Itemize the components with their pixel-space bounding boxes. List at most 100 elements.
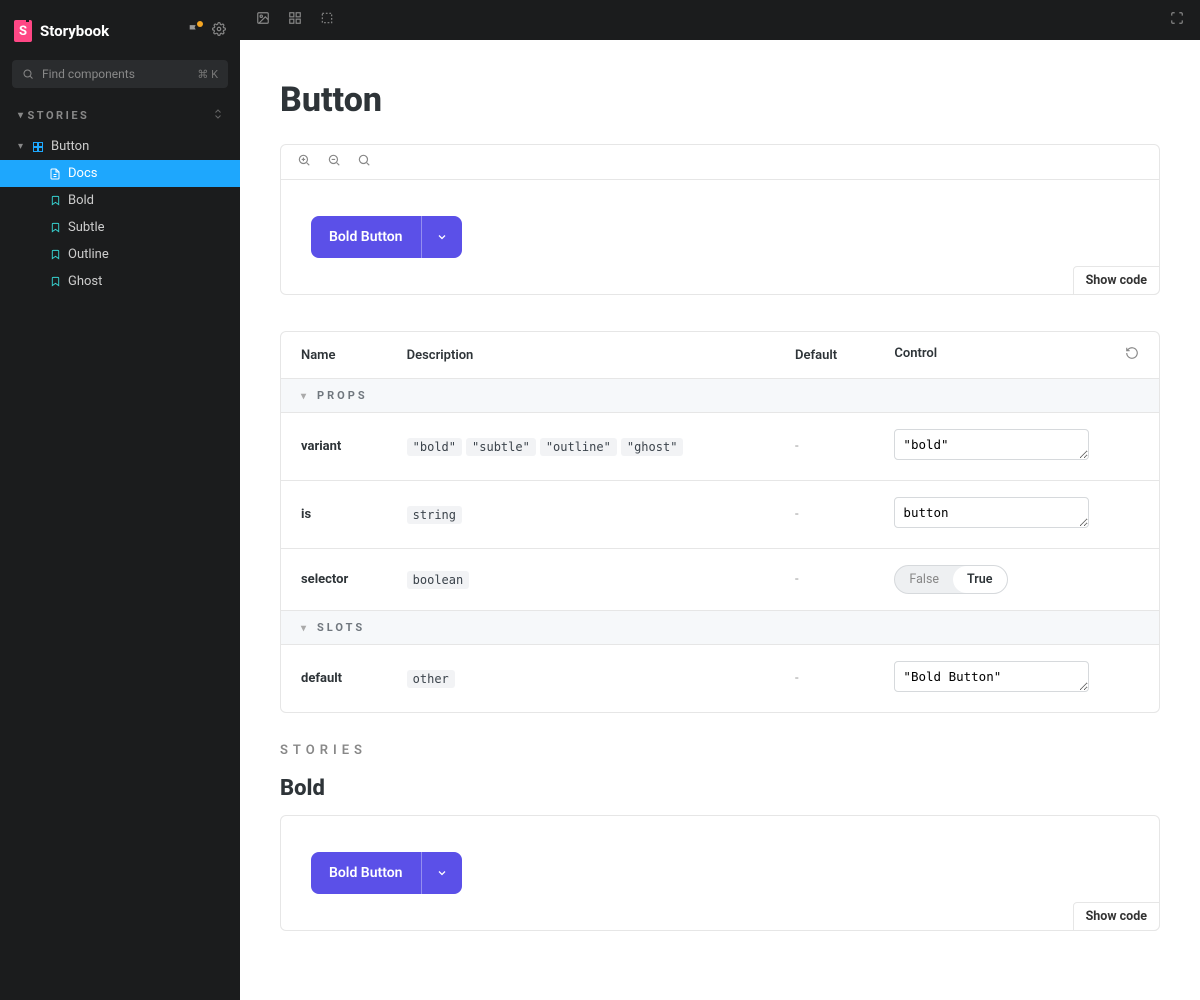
logo-mark: S bbox=[14, 20, 32, 42]
logo-text: Storybook bbox=[40, 22, 109, 40]
document-icon bbox=[48, 167, 62, 181]
bold-button-component[interactable]: Bold Button bbox=[311, 216, 462, 258]
type-chip: "outline" bbox=[540, 438, 617, 456]
bookmark-icon bbox=[48, 221, 62, 235]
tree-item-subtle[interactable]: Subtle bbox=[0, 214, 240, 241]
tree-item-bold[interactable]: Bold bbox=[0, 187, 240, 214]
outline-icon[interactable] bbox=[320, 11, 334, 29]
tree-item-ghost[interactable]: Ghost bbox=[0, 268, 240, 295]
arg-name: selector bbox=[281, 548, 387, 610]
doc-content[interactable]: Button Bold Button bbox=[240, 40, 1200, 1000]
sidebar: S Storybook Find components ⌘ K ▾ STORIE… bbox=[0, 0, 240, 1000]
collapse-icon[interactable] bbox=[212, 108, 224, 123]
tree-label: Subtle bbox=[68, 220, 105, 235]
image-icon[interactable] bbox=[256, 11, 270, 29]
main: Button Bold Button bbox=[240, 0, 1200, 1000]
chevron-down-icon: ▾ bbox=[301, 391, 309, 402]
show-code-button[interactable]: Show code bbox=[1073, 266, 1160, 295]
sidebar-section-header[interactable]: ▾ STORIES bbox=[0, 100, 240, 131]
component-icon bbox=[31, 140, 45, 154]
type-chip: other bbox=[407, 670, 455, 688]
args-section-header[interactable]: ▾SLOTS bbox=[281, 610, 1159, 644]
arg-row: default other - bbox=[281, 644, 1159, 712]
col-name: Name bbox=[281, 332, 387, 378]
tree-label: Bold bbox=[68, 193, 94, 208]
notification-dot bbox=[197, 21, 203, 27]
show-code-button[interactable]: Show code bbox=[1073, 902, 1160, 931]
arg-name: is bbox=[281, 480, 387, 548]
arg-name: default bbox=[281, 644, 387, 712]
story-preview: Bold Button Show code bbox=[280, 815, 1160, 931]
arg-default: - bbox=[775, 480, 874, 548]
preview-toolbar bbox=[281, 145, 1159, 180]
fullscreen-icon[interactable] bbox=[1170, 11, 1184, 29]
chevron-down-icon: ▾ bbox=[301, 623, 309, 634]
primary-preview: Bold Button Show code bbox=[280, 144, 1160, 295]
arg-description: boolean bbox=[387, 548, 775, 610]
chevron-down-icon: ▾ bbox=[18, 141, 23, 152]
args-section-header[interactable]: ▾PROPS bbox=[281, 378, 1159, 412]
tree-label: Docs bbox=[68, 166, 97, 181]
flag-icon[interactable] bbox=[187, 23, 200, 40]
logo[interactable]: S Storybook bbox=[14, 20, 179, 42]
col-description: Description bbox=[387, 332, 775, 378]
zoom-out-icon[interactable] bbox=[327, 153, 341, 171]
bookmark-icon bbox=[48, 194, 62, 208]
reset-zoom-icon[interactable] bbox=[357, 153, 371, 171]
reset-controls-icon[interactable] bbox=[1125, 349, 1139, 364]
bookmark-icon bbox=[48, 248, 62, 262]
arg-row: variant"bold""subtle""outline""ghost"- bbox=[281, 412, 1159, 480]
args-table: Name Description Default Control ▾PROPSv… bbox=[280, 331, 1160, 713]
arg-default: - bbox=[775, 644, 874, 712]
control-text-input[interactable] bbox=[894, 429, 1089, 460]
arg-control bbox=[874, 480, 1159, 548]
story-title: Bold bbox=[280, 776, 1160, 801]
chevron-down-icon: ▾ bbox=[18, 110, 26, 121]
toggle-true[interactable]: True bbox=[953, 566, 1006, 593]
bookmark-icon bbox=[48, 275, 62, 289]
search-icon bbox=[22, 68, 34, 80]
arg-row: is string - bbox=[281, 480, 1159, 548]
button-label: Bold Button bbox=[311, 852, 421, 894]
search-shortcut: ⌘ K bbox=[197, 68, 218, 81]
grid-icon[interactable] bbox=[288, 11, 302, 29]
story-tree: ▾ Button Docs Bold Subtle Outline Ghost bbox=[0, 131, 240, 297]
arg-description: "bold""subtle""outline""ghost" bbox=[387, 412, 775, 480]
section-label: STORIES bbox=[28, 109, 90, 122]
search-input[interactable]: Find components ⌘ K bbox=[12, 60, 228, 88]
arg-default: - bbox=[775, 412, 874, 480]
zoom-in-icon[interactable] bbox=[297, 153, 311, 171]
tree-item-outline[interactable]: Outline bbox=[0, 241, 240, 268]
tree-item-docs[interactable]: Docs bbox=[0, 160, 240, 187]
arg-default: - bbox=[775, 548, 874, 610]
tree-label: Outline bbox=[68, 247, 109, 262]
arg-name: variant bbox=[281, 412, 387, 480]
gear-icon[interactable] bbox=[212, 22, 226, 40]
stories-heading: STORIES bbox=[280, 743, 1160, 758]
toggle-false[interactable]: False bbox=[895, 566, 953, 593]
control-text-input[interactable] bbox=[894, 661, 1089, 692]
arg-description: string bbox=[387, 480, 775, 548]
type-chip: string bbox=[407, 506, 462, 524]
bold-button-component[interactable]: Bold Button bbox=[311, 852, 462, 894]
arg-control bbox=[874, 644, 1159, 712]
preview-canvas: Bold Button bbox=[281, 180, 1159, 294]
tree-label: Ghost bbox=[68, 274, 102, 289]
type-chip: "ghost" bbox=[621, 438, 684, 456]
search-placeholder: Find components bbox=[42, 67, 189, 81]
arg-row: selector boolean -FalseTrue bbox=[281, 548, 1159, 610]
type-chip: "bold" bbox=[407, 438, 462, 456]
control-bool-toggle[interactable]: FalseTrue bbox=[894, 565, 1007, 594]
sidebar-header: S Storybook bbox=[0, 0, 240, 56]
page-title: Button bbox=[280, 80, 1160, 120]
type-chip: boolean bbox=[407, 571, 470, 589]
chevron-down-icon[interactable] bbox=[422, 852, 462, 894]
type-chip: "subtle" bbox=[466, 438, 536, 456]
chevron-down-icon[interactable] bbox=[422, 216, 462, 258]
arg-description: other bbox=[387, 644, 775, 712]
button-label: Bold Button bbox=[311, 216, 421, 258]
preview-canvas: Bold Button bbox=[281, 816, 1159, 930]
arg-control: FalseTrue bbox=[874, 548, 1159, 610]
control-text-input[interactable] bbox=[894, 497, 1089, 528]
tree-component-button[interactable]: ▾ Button bbox=[0, 133, 240, 160]
